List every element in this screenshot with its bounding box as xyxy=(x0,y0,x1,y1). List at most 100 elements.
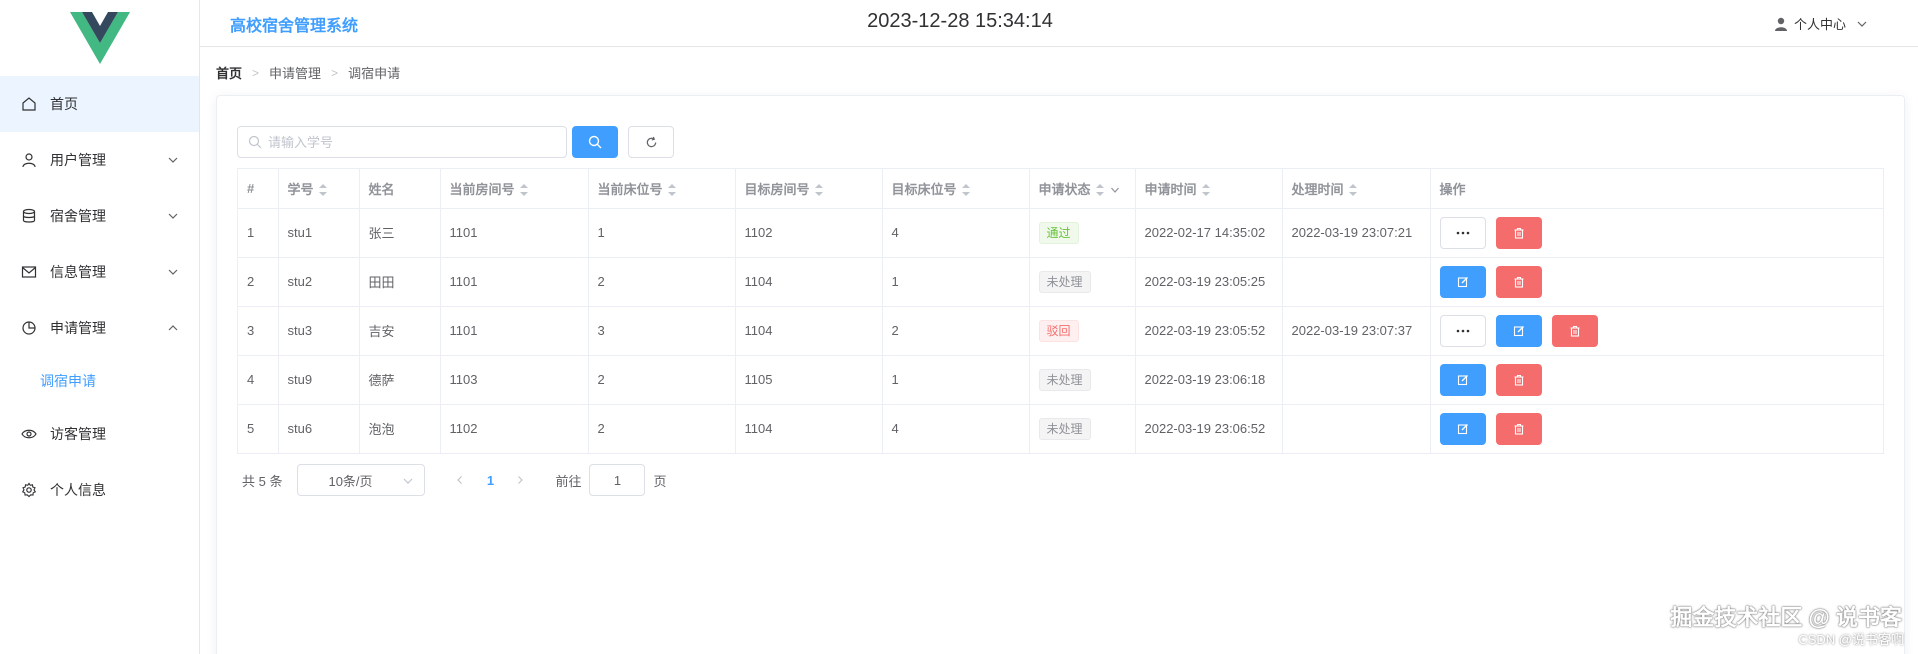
table-row: 2 stu2 田田 1101 2 1104 1 未处理 2022-03-19 23:05:25 xyxy=(238,257,1883,307)
sidebar-item-label: 用户管理 xyxy=(50,152,106,168)
delete-icon xyxy=(1513,227,1525,239)
cell-cur-room: 1102 xyxy=(440,404,589,453)
sort-caret-icon[interactable] xyxy=(814,184,823,197)
refresh-button[interactable] xyxy=(628,126,674,158)
chevron-right-icon xyxy=(518,475,524,484)
column-header[interactable]: 目标床位号 xyxy=(882,169,1030,209)
delete-button[interactable] xyxy=(1551,314,1598,347)
sidebar-subitem-transfer-apply[interactable]: 调宿申请 xyxy=(0,356,199,406)
column-header: # xyxy=(238,169,279,209)
more-button[interactable] xyxy=(1439,216,1486,249)
cell-handle-time xyxy=(1282,355,1431,405)
cell-status: 未处理 xyxy=(1029,355,1136,405)
sidebar-item-label: 个人信息 xyxy=(50,482,106,498)
sort-caret-icon[interactable] xyxy=(1348,184,1357,197)
delete-button[interactable] xyxy=(1495,363,1542,396)
search-input[interactable] xyxy=(268,134,558,150)
column-header[interactable]: 申请状态 xyxy=(1029,169,1136,209)
refresh-icon xyxy=(646,136,656,147)
sidebar-item-3[interactable]: 信息管理 xyxy=(0,244,199,300)
delete-icon xyxy=(1569,325,1581,337)
delete-button[interactable] xyxy=(1495,216,1542,249)
breadcrumb-apply-manage: 申请管理 xyxy=(269,66,322,81)
column-header[interactable]: 处理时间 xyxy=(1282,169,1431,209)
cell-apply-time: 2022-03-19 23:06:18 xyxy=(1135,355,1283,405)
user-icon xyxy=(20,151,38,169)
logo xyxy=(0,0,199,76)
more-button[interactable] xyxy=(1439,314,1486,347)
gear-icon xyxy=(20,481,38,499)
filter-chevron-icon[interactable] xyxy=(1110,185,1120,195)
cell-apply-time: 2022-03-19 23:05:25 xyxy=(1135,257,1283,307)
delete-button[interactable] xyxy=(1495,412,1542,445)
sidebar-item-label: 信息管理 xyxy=(50,264,106,280)
table-body: 1 stu1 张三 1101 1 1102 4 通过 2022-02-17 14:35:02 20… xyxy=(238,208,1883,453)
delete-button[interactable] xyxy=(1495,265,1542,298)
mail-icon xyxy=(20,263,38,281)
sidebar-item-2[interactable]: 宿舍管理 xyxy=(0,188,199,244)
cell-tgt-room: 1104 xyxy=(735,404,883,453)
prev-page-button[interactable] xyxy=(445,473,475,488)
page-size-value: 10条/页 xyxy=(328,473,373,489)
chevron-down-icon xyxy=(167,154,179,166)
page-unit-label: 页 xyxy=(653,473,667,489)
content-card: #学号姓名当前房间号当前床位号目标房间号目标床位号申请状态申请时间处理时间操作 … xyxy=(216,95,1905,654)
next-page-button[interactable] xyxy=(505,473,535,488)
sort-caret-icon[interactable] xyxy=(1201,184,1210,197)
cell-name: 吉安 xyxy=(359,306,441,356)
cell-apply-time: 2022-03-19 23:05:52 xyxy=(1135,306,1283,356)
cell-idx: 5 xyxy=(238,404,279,453)
edit-button[interactable] xyxy=(1439,412,1486,445)
edit-icon xyxy=(1513,325,1525,337)
sidebar-item-5[interactable]: 访客管理 xyxy=(0,406,199,462)
sort-caret-icon[interactable] xyxy=(961,184,970,197)
sort-caret-icon[interactable] xyxy=(318,184,327,197)
cell-tgt-room: 1102 xyxy=(735,208,883,258)
column-header[interactable]: 目标房间号 xyxy=(735,169,883,209)
breadcrumb-separator-icon: > xyxy=(252,65,260,80)
top-header: 高校宿舍管理系统 2023-12-28 15:34:14 个人中心 xyxy=(200,0,1918,47)
sidebar-item-6[interactable]: 个人信息 xyxy=(0,462,199,518)
breadcrumb: 首页 > 申请管理 > 调宿申请 xyxy=(216,63,400,82)
sort-caret-icon[interactable] xyxy=(667,184,676,197)
cell-tgt-bed: 4 xyxy=(882,404,1030,453)
breadcrumb-home[interactable]: 首页 xyxy=(216,63,242,82)
sort-caret-icon[interactable] xyxy=(1095,184,1104,197)
vue-logo-icon xyxy=(69,12,130,64)
cell-sid: stu2 xyxy=(278,257,360,307)
sidebar-item-label: 首页 xyxy=(50,96,78,112)
column-header[interactable]: 申请时间 xyxy=(1135,169,1283,209)
delete-icon xyxy=(1513,423,1525,435)
goto-page-input[interactable] xyxy=(589,464,646,496)
chevron-down-icon xyxy=(167,210,179,222)
cell-handle-time xyxy=(1282,257,1431,307)
edit-button[interactable] xyxy=(1495,314,1542,347)
page-number[interactable]: 1 xyxy=(475,473,505,488)
search-field[interactable] xyxy=(237,126,567,158)
chevron-down-icon xyxy=(402,475,414,487)
cell-actions xyxy=(1430,306,1883,356)
sidebar-item-0[interactable]: 首页 xyxy=(0,76,199,132)
page-size-select[interactable]: 10条/页 xyxy=(297,464,426,496)
sidebar-item-4[interactable]: 申请管理 xyxy=(0,300,199,356)
sort-caret-icon[interactable] xyxy=(519,184,528,197)
sidebar-item-1[interactable]: 用户管理 xyxy=(0,132,199,188)
column-header[interactable]: 学号 xyxy=(278,169,360,209)
status-badge: 通过 xyxy=(1038,221,1079,244)
cell-name: 张三 xyxy=(359,208,441,258)
search-button[interactable] xyxy=(572,126,618,158)
edit-button[interactable] xyxy=(1439,363,1486,396)
column-header[interactable]: 当前床位号 xyxy=(588,169,736,209)
status-badge: 驳回 xyxy=(1038,319,1079,342)
cell-apply-time: 2022-03-19 23:06:52 xyxy=(1135,404,1283,453)
column-header: 操作 xyxy=(1430,169,1883,209)
column-header[interactable]: 当前房间号 xyxy=(440,169,589,209)
delete-icon xyxy=(1513,374,1525,386)
user-center-dropdown[interactable]: 个人中心 xyxy=(1774,14,1868,33)
column-header: 姓名 xyxy=(359,169,441,209)
cell-apply-time: 2022-02-17 14:35:02 xyxy=(1135,208,1283,258)
edit-button[interactable] xyxy=(1439,265,1486,298)
cell-actions xyxy=(1430,257,1883,307)
cell-handle-time xyxy=(1282,404,1431,453)
goto-label: 前往 xyxy=(555,473,582,489)
